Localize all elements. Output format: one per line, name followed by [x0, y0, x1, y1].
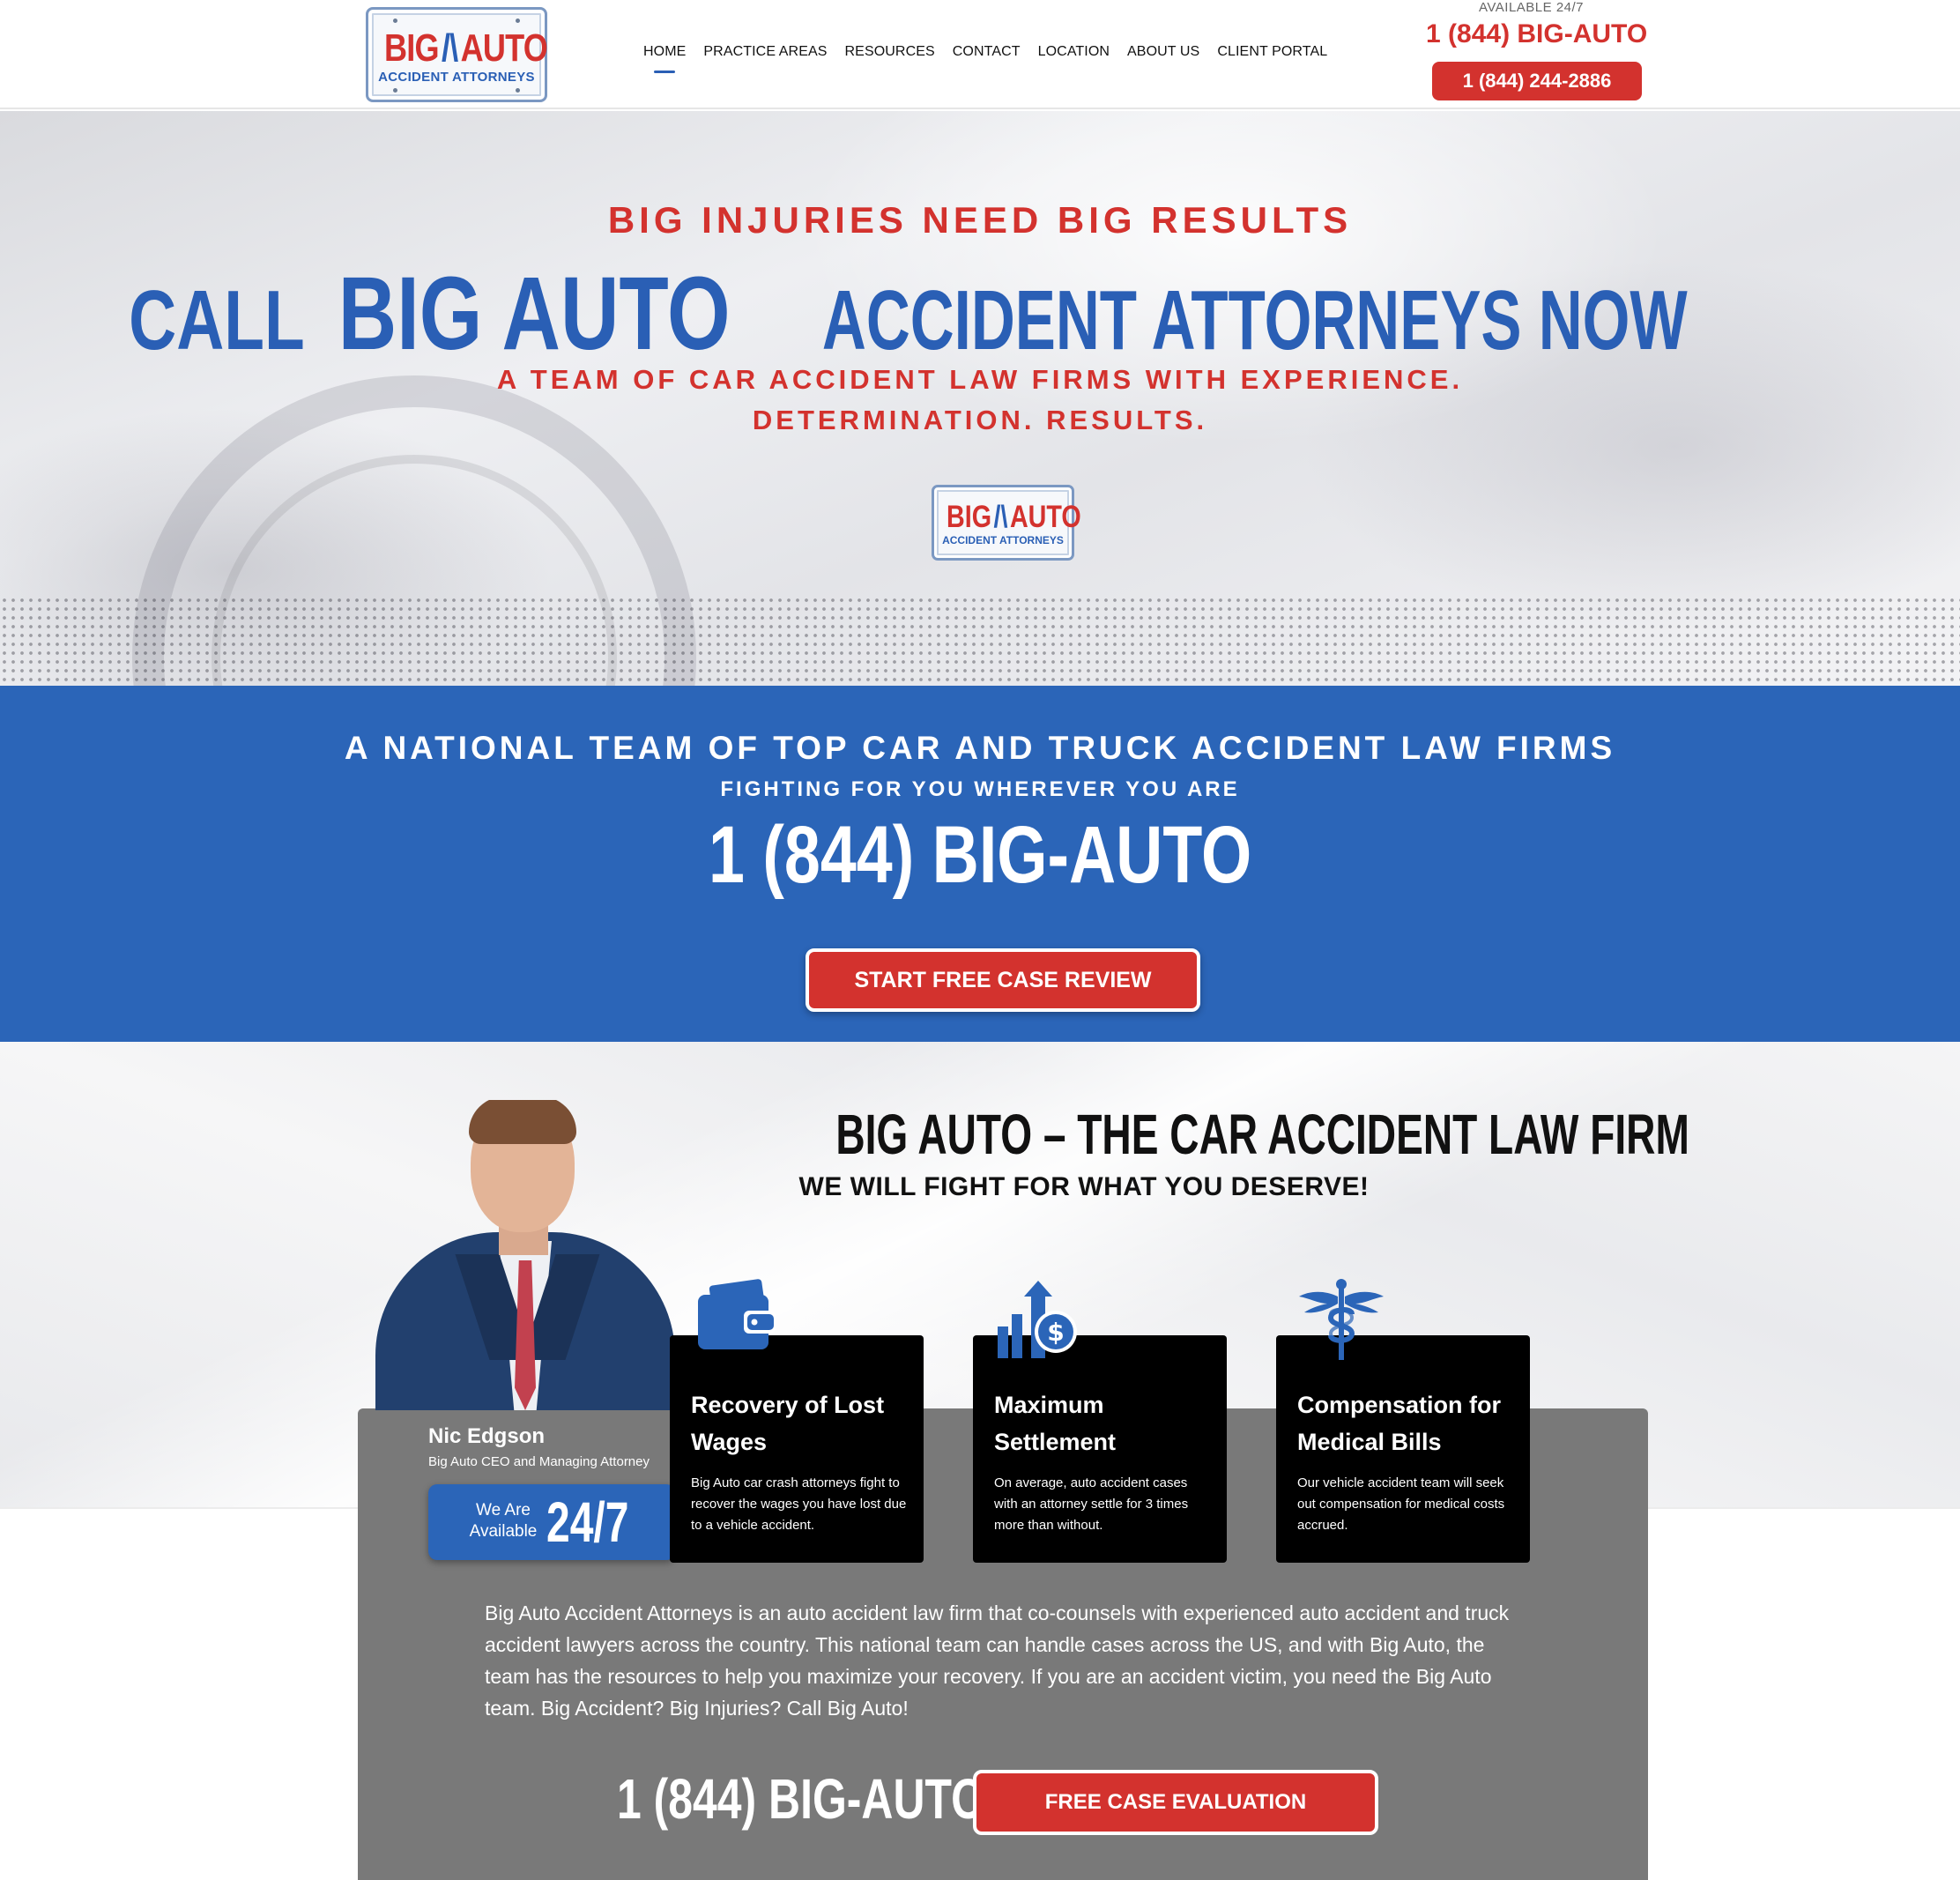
card-text: Big Auto car crash attorneys fight to re… — [691, 1475, 907, 1533]
nav-home[interactable]: HOME — [643, 42, 686, 73]
availability-value: 24/7 — [546, 1490, 657, 1555]
card-title: Maximum Settlement — [994, 1392, 1117, 1455]
card-maximum-settlement[interactable]: $ Maximum Settlement On average, auto ac… — [973, 1281, 1227, 1563]
nav-contact[interactable]: CONTACT — [953, 42, 1021, 63]
card-text: Our vehicle accident team will seek out … — [1297, 1475, 1505, 1533]
main-nav: HOME PRACTICE AREAS RESOURCES CONTACT LO… — [643, 42, 1345, 73]
hero-title: CALL BIG AUTO ACCIDENT ATTORNEYS NOW — [0, 254, 1960, 374]
card-lost-wages[interactable]: Recovery of Lost Wages Big Auto car cras… — [670, 1279, 924, 1563]
card-text: On average, auto accident cases with an … — [994, 1475, 1189, 1533]
free-case-evaluation-button[interactable]: FREE CASE EVALUATION — [973, 1770, 1378, 1835]
card-title: Compensation for Medical Bills — [1297, 1392, 1502, 1455]
card-title: Recovery of Lost Wages — [691, 1392, 885, 1455]
road-icon: /\ — [441, 26, 458, 70]
nav-practice-areas[interactable]: PRACTICE AREAS — [703, 42, 827, 63]
hero-logo-subtitle: ACCIDENT ATTORNEYS — [942, 534, 1064, 546]
hero-logo-big: BIG — [947, 500, 992, 534]
header-call-button[interactable]: 1 (844) 244-2886 — [1432, 62, 1642, 100]
hero-title-call: CALL — [129, 273, 305, 368]
header-phone-link[interactable]: 1 (844) BIG-AUTO — [1426, 19, 1647, 49]
logo-rivet — [393, 19, 397, 23]
hero-title-bigauto: BIG AUTO — [338, 256, 731, 372]
logo-subtitle: ACCIDENT ATTORNEYS — [378, 70, 535, 85]
band-phone-text: 1 (844) BIG-AUTO — [708, 810, 1252, 900]
hero-subtitle: A TEAM OF CAR ACCIDENT LAW FIRMS WITH EX… — [496, 364, 1464, 435]
halftone-pattern — [0, 596, 1960, 686]
hero-kicker: BIG INJURIES NEED BIG RESULTS — [607, 199, 1353, 241]
svg-text:$: $ — [1047, 1318, 1064, 1347]
wallet-icon — [698, 1279, 776, 1349]
hero-logo-auto: AUTO — [1009, 500, 1081, 534]
site-logo[interactable]: BIG/\AUTO ACCIDENT ATTORNEYS — [366, 7, 548, 102]
about-title: BIG AUTO – THE CAR ACCIDENT LAW FIRM — [670, 1102, 1689, 1167]
band-phone[interactable]: 1 (844) BIG-AUTO — [0, 809, 1960, 902]
settlement-chart-icon: $ — [998, 1281, 1077, 1358]
band-subtitle: FIGHTING FOR YOU WHEREVER YOU ARE — [720, 777, 1240, 801]
about-paragraph: Big Auto Accident Attorneys is an auto a… — [485, 1601, 1510, 1720]
road-icon: /\ — [993, 500, 1008, 534]
logo-rivet — [516, 88, 520, 93]
header-availability: AVAILABLE 24/7 — [1479, 0, 1585, 15]
hero-logo: BIG/\AUTO ACCIDENT ATTORNEYS — [932, 485, 1081, 561]
attorney-role: Big Auto CEO and Managing Attorney — [428, 1454, 650, 1469]
hero-title-rest: ACCIDENT ATTORNEYS NOW — [822, 273, 1688, 368]
national-team-band: A NATIONAL TEAM OF TOP CAR AND TRUCK ACC… — [0, 686, 1960, 1042]
caduceus-icon — [1299, 1279, 1384, 1360]
start-free-case-review-button[interactable]: START FREE CASE REVIEW — [806, 948, 1200, 1012]
about-title-text: BIG AUTO – THE CAR ACCIDENT LAW FIRM — [835, 1103, 1689, 1166]
attorney-name: Nic Edgson — [428, 1424, 546, 1448]
nav-resources[interactable]: RESOURCES — [845, 42, 935, 63]
logo-rivet — [393, 88, 397, 93]
bottom-phone-text: 1 (844) BIG-AUTO — [617, 1767, 985, 1831]
nav-location[interactable]: LOCATION — [1038, 42, 1110, 63]
logo-wordmark: BIG/\AUTO — [384, 26, 548, 70]
hair — [469, 1100, 576, 1144]
about-subtitle: WE WILL FIGHT FOR WHAT YOU DESERVE! — [798, 1172, 1370, 1201]
attorney-photo — [358, 1100, 675, 1410]
logo-rivet — [516, 19, 520, 23]
logo-auto-text: AUTO — [460, 26, 548, 70]
availability-value-text: 24/7 — [546, 1490, 629, 1554]
band-title: A NATIONAL TEAM OF TOP CAR AND TRUCK ACC… — [344, 730, 1616, 766]
availability-badge: We Are Available 24/7 — [428, 1484, 675, 1560]
hero-section: BIG INJURIES NEED BIG RESULTS CALL BIG A… — [0, 111, 1960, 686]
availability-label: We Are Available — [469, 1501, 538, 1541]
logo-big-text: BIG — [384, 26, 440, 70]
card-medical-bills[interactable]: Compensation for Medical Bills Our vehic… — [1276, 1279, 1530, 1563]
nav-client-portal[interactable]: CLIENT PORTAL — [1217, 42, 1327, 63]
hero-logo-wordmark: BIG/\AUTO — [947, 500, 1081, 534]
nav-about-us[interactable]: ABOUT US — [1127, 42, 1199, 63]
site-header: BIG/\AUTO ACCIDENT ATTORNEYS HOME PRACTI… — [0, 0, 1960, 109]
